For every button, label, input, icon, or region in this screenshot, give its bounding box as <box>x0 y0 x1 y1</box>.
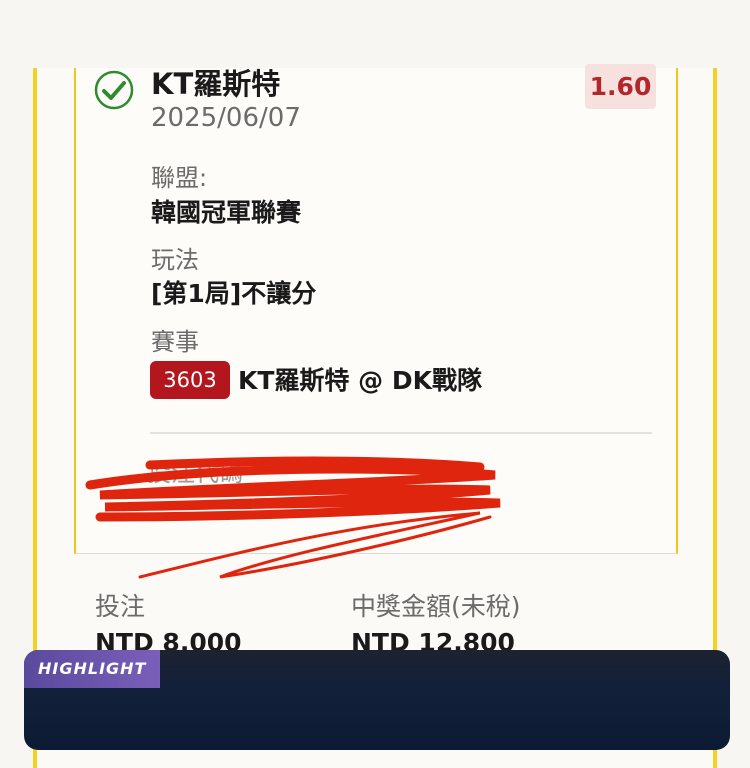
match-value: KT羅斯特 @ DK戰隊 <box>238 366 482 395</box>
match-id-badge: 3603 <box>150 361 230 399</box>
match-label: 賽事 <box>151 328 199 356</box>
team-name: KT羅斯特 <box>151 67 281 101</box>
payout-label: 中獎金額(未稅) <box>351 592 521 621</box>
check-circle-icon <box>94 70 134 110</box>
stake-label: 投注 <box>95 592 146 621</box>
highlight-tag: HIGHLIGHT <box>24 650 161 688</box>
redaction-scribble <box>85 456 501 579</box>
play-value: [第1局]不讓分 <box>151 279 317 308</box>
odds-badge: 1.60 <box>585 64 656 109</box>
match-date: 2025/06/07 <box>151 103 301 133</box>
highlight-video[interactable]: HIGHLIGHT <box>24 650 730 750</box>
play-label: 玩法 <box>151 246 199 274</box>
league-label: 聯盟: <box>151 164 208 192</box>
league-value: 韓國冠軍聯賽 <box>151 198 302 227</box>
divider <box>150 432 652 434</box>
